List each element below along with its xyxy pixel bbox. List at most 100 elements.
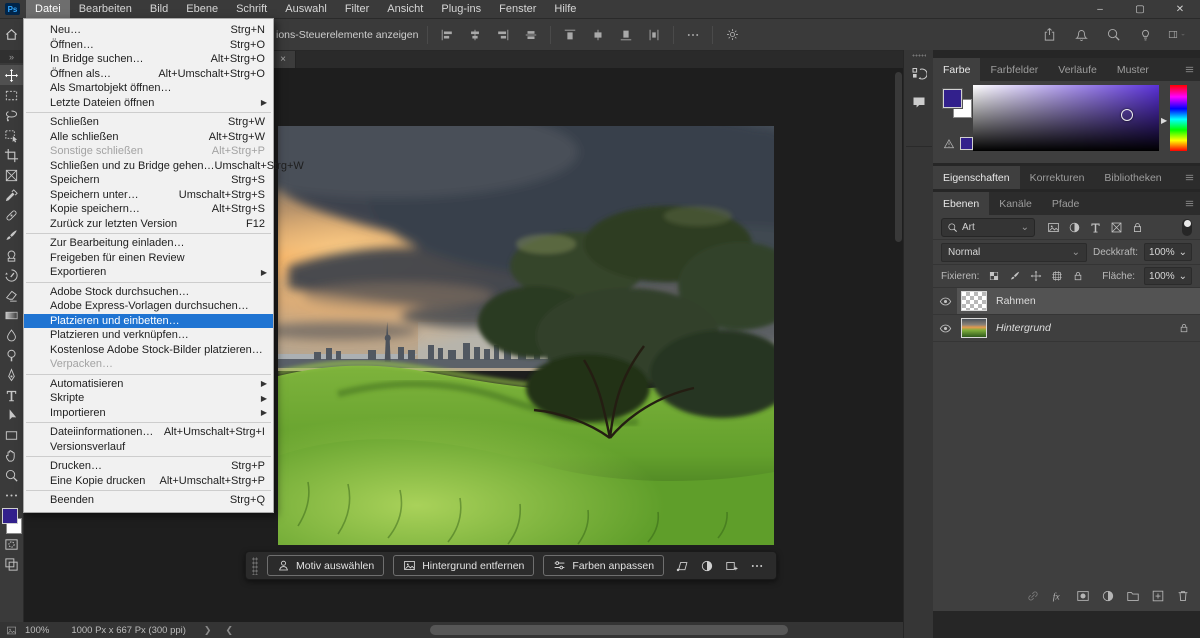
- history-brush-tool-button[interactable]: [0, 265, 23, 285]
- color-panel-menu-button[interactable]: [1178, 58, 1200, 81]
- menu-item-platzieren-und-einbetten[interactable]: Platzieren und einbetten…: [24, 314, 273, 329]
- menubar-item-hilfe[interactable]: Hilfe: [545, 0, 585, 18]
- menu-item-beenden[interactable]: BeendenStrg+Q: [24, 493, 273, 508]
- quick-mask-button[interactable]: [0, 534, 23, 554]
- menubar-item-plug-ins[interactable]: Plug-ins: [432, 0, 490, 18]
- lock-filter-button[interactable]: [1131, 221, 1144, 234]
- menubar-item-bearbeiten[interactable]: Bearbeiten: [70, 0, 141, 18]
- menu-item-kopie-speichern[interactable]: Kopie speichern…Alt+Strg+S: [24, 202, 273, 217]
- tool-settings-gear-button[interactable]: [722, 25, 742, 45]
- distribute-bottom-button[interactable]: [616, 25, 636, 45]
- menu-item-in-bridge-suchen[interactable]: In Bridge suchen…Alt+Strg+O: [24, 52, 273, 67]
- layer-visibility-toggle[interactable]: [933, 288, 957, 314]
- menu-item-schließen[interactable]: SchließenStrg+W: [24, 115, 273, 130]
- menu-item-drucken[interactable]: Drucken…Strg+P: [24, 459, 273, 474]
- menu-item-versionsverlauf[interactable]: Versionsverlauf: [24, 440, 273, 455]
- menu-item-zurück-zur-letzten-version[interactable]: Zurück zur letzten VersionF12: [24, 217, 273, 232]
- distribute-vertical-button[interactable]: [644, 25, 664, 45]
- healing-tool-button[interactable]: [0, 205, 23, 225]
- adjust-circle-button[interactable]: [698, 556, 716, 575]
- align-center-h-button[interactable]: [465, 25, 485, 45]
- color-tab-farbe[interactable]: Farbe: [933, 58, 980, 81]
- lasso-tool-button[interactable]: [0, 105, 23, 125]
- dodge-tool-button[interactable]: [0, 345, 23, 365]
- lock-lock-button[interactable]: [1072, 270, 1084, 282]
- type-tool-button[interactable]: [0, 385, 23, 405]
- status-chevron-right[interactable]: ❯: [204, 625, 212, 636]
- adjust-circle-footer-button[interactable]: [1101, 589, 1115, 603]
- generative-button[interactable]: [723, 556, 741, 575]
- eyedropper-tool-button[interactable]: [0, 185, 23, 205]
- zoom-level[interactable]: 100%: [25, 625, 49, 636]
- layer-row-content[interactable]: Hintergrund: [957, 315, 1200, 341]
- align-left-button[interactable]: [437, 25, 457, 45]
- layers-tab-ebenen[interactable]: Ebenen: [933, 192, 989, 215]
- motiv-auswählen-button[interactable]: Motiv auswählen: [267, 555, 384, 576]
- menu-item-platzieren-und-verknüpfen[interactable]: Platzieren und verknüpfen…: [24, 328, 273, 343]
- layers-panel-menu-button[interactable]: [1178, 192, 1200, 215]
- history-panel-button[interactable]: [907, 62, 931, 86]
- mask-footer-button[interactable]: [1076, 589, 1090, 603]
- brush-tool-button[interactable]: [0, 225, 23, 245]
- image-filter-button[interactable]: [1047, 221, 1060, 234]
- trash-footer-button[interactable]: [1176, 589, 1190, 603]
- menubar-item-schrift[interactable]: Schrift: [227, 0, 276, 18]
- screen-mode-button[interactable]: [0, 554, 23, 574]
- gamut-warning[interactable]: [943, 137, 973, 150]
- foreground-color-swatch[interactable]: [2, 508, 18, 524]
- search-button[interactable]: [1104, 25, 1122, 45]
- share-button[interactable]: [1040, 25, 1058, 45]
- comment-panel-button[interactable]: [907, 90, 931, 114]
- plus-square-footer-button[interactable]: [1151, 589, 1165, 603]
- menubar-item-bild[interactable]: Bild: [141, 0, 177, 18]
- bulb-button[interactable]: [1136, 25, 1154, 45]
- color-tab-muster[interactable]: Muster: [1107, 58, 1159, 81]
- hintergrund-entfernen-button[interactable]: Hintergrund entfernen: [393, 555, 534, 576]
- properties-tab-eigenschaften[interactable]: Eigenschaften: [933, 166, 1020, 189]
- menu-item-öffnen-als[interactable]: Öffnen als…Alt+Umschalt+Strg+O: [24, 67, 273, 82]
- properties-tab-bibliotheken[interactable]: Bibliotheken: [1094, 166, 1171, 189]
- menu-item-neu[interactable]: Neu…Strg+N: [24, 23, 273, 38]
- more-options-button[interactable]: [683, 25, 703, 45]
- menubar-item-filter[interactable]: Filter: [336, 0, 378, 18]
- menu-item-adobe-stock-durchsuchen[interactable]: Adobe Stock durchsuchen…: [24, 285, 273, 300]
- menu-item-freigeben-für-einen-review[interactable]: Freigeben für einen Review: [24, 251, 273, 266]
- menu-item-skripte[interactable]: Skripte▶: [24, 391, 273, 406]
- fill-input[interactable]: 100% ⌄: [1144, 267, 1192, 285]
- menu-item-als-smartobjekt-öffnen[interactable]: Als Smartobjekt öffnen…: [24, 81, 273, 96]
- color-tab-verläufe[interactable]: Verläufe: [1048, 58, 1107, 81]
- folder-footer-button[interactable]: [1126, 589, 1140, 603]
- zoom-tool-button[interactable]: [0, 465, 23, 485]
- crop-tool-button[interactable]: [0, 145, 23, 165]
- closest-web-color-swatch[interactable]: [960, 137, 973, 150]
- distribute-top-button[interactable]: [560, 25, 580, 45]
- minimize-button[interactable]: –: [1080, 0, 1120, 18]
- lock-brush-button[interactable]: [1009, 270, 1021, 282]
- ellipsis-button[interactable]: [748, 556, 766, 575]
- toolbar-collapse-button[interactable]: »: [0, 50, 23, 63]
- layers-tab-pfade[interactable]: Pfade: [1042, 192, 1089, 215]
- hand-tool-button[interactable]: [0, 445, 23, 465]
- menu-item-öffnen[interactable]: Öffnen…Strg+O: [24, 38, 273, 53]
- layer-row-hintergrund[interactable]: Hintergrund: [933, 315, 1200, 342]
- menu-item-speichern[interactable]: SpeichernStrg+S: [24, 173, 273, 188]
- layers-tab-kanäle[interactable]: Kanäle: [989, 192, 1042, 215]
- pen-tool-button[interactable]: [0, 365, 23, 385]
- menu-item-schließen-und-zu-bridge-gehen[interactable]: Schließen und zu Bridge gehen…Umschalt+S…: [24, 159, 273, 174]
- menubar-item-fenster[interactable]: Fenster: [490, 0, 545, 18]
- properties-panel-menu-button[interactable]: [1178, 166, 1200, 189]
- menu-item-importieren[interactable]: Importieren▶: [24, 406, 273, 421]
- panel-drag-handle[interactable]: [912, 54, 926, 57]
- menubar-item-ebene[interactable]: Ebene: [177, 0, 227, 18]
- taskbar-drag-handle[interactable]: [252, 557, 258, 575]
- lock-artboard-button[interactable]: [1051, 270, 1063, 282]
- eraser-tool-button[interactable]: [0, 285, 23, 305]
- type-filter-button[interactable]: [1089, 221, 1102, 234]
- layer-thumbnail[interactable]: [961, 291, 987, 311]
- close-button[interactable]: ✕: [1160, 0, 1200, 18]
- layer-row-rahmen[interactable]: Rahmen: [933, 288, 1200, 315]
- workspace-switcher-button[interactable]: [1168, 25, 1186, 45]
- menubar-item-datei[interactable]: Datei: [26, 0, 70, 18]
- menu-item-letzte-dateien-öffnen[interactable]: Letzte Dateien öffnen▶: [24, 96, 273, 111]
- frame-tool-button[interactable]: [0, 165, 23, 185]
